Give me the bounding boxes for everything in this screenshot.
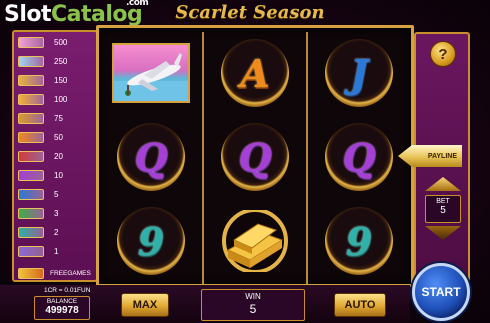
plane-symbol-icon (18, 36, 44, 48)
reel-cell: J (317, 34, 401, 112)
coins-symbol-icon (18, 112, 44, 124)
eight-symbol-icon (18, 245, 44, 257)
q-symbol: Q (117, 123, 185, 191)
reel-cell (109, 34, 193, 112)
gold-bars-symbol-icon (220, 208, 290, 274)
win-value: 5 (249, 302, 257, 316)
paytable-row: 5 (18, 187, 58, 201)
paytable-value: 10 (54, 170, 63, 180)
yacht-symbol-icon (18, 55, 44, 67)
paytable-value: 2 (54, 227, 59, 237)
reel-divider (306, 32, 308, 284)
reel-cell: Q (317, 118, 401, 196)
reel-cell (213, 202, 297, 280)
paytable-value: 500 (54, 37, 68, 47)
q-symbol-icon (18, 169, 44, 181)
paytable-row: 2 (18, 225, 58, 239)
paytable-value: 3 (54, 208, 59, 218)
paytable-value: 5 (54, 189, 59, 199)
paytable-value: 250 (54, 56, 68, 66)
payline-label: PAYLINE (427, 152, 457, 160)
reel-cell: Q (213, 118, 297, 196)
bet-value: 5 (440, 205, 446, 216)
j-symbol-icon (18, 188, 44, 200)
paytable-row: 50 (18, 130, 63, 144)
paytable-value: 50 (54, 132, 63, 142)
ten-symbol-icon (18, 207, 44, 219)
credit-info: 1CR = 0.01FUN (44, 287, 91, 294)
paytable-value: 1 (54, 246, 59, 256)
a-symbol: A (221, 39, 289, 107)
max-bet-button[interactable]: MAX (121, 293, 169, 317)
paytable-value: 150 (54, 75, 68, 85)
paytable-row: 75 (18, 111, 63, 125)
a-symbol-icon (18, 131, 44, 143)
gold-bars-symbol-icon (18, 93, 44, 105)
paytable-row: 100 (18, 92, 67, 106)
start-button[interactable]: START (412, 263, 470, 321)
k-symbol-icon (18, 150, 44, 162)
paytable-value: 100 (54, 94, 68, 104)
bet-label: BET (436, 198, 450, 205)
plane-symbol-icon (112, 43, 190, 103)
bet-display: BET 5 (425, 195, 461, 223)
game-title: Scarlet Season (175, 2, 325, 23)
paytable-row: 150 (18, 73, 67, 87)
paytable-row: 3 (18, 206, 58, 220)
freegames-row: FREEGAMES (18, 266, 94, 280)
win-label: WIN (245, 292, 261, 301)
paytable-value: 20 (54, 151, 63, 161)
reel-divider (202, 32, 204, 284)
win-display: WIN 5 (201, 289, 305, 321)
reel-cell: 9 (109, 202, 193, 280)
reel-area: Q9AQJQ9 (96, 25, 414, 287)
paytable-row: 1 (18, 244, 58, 258)
nine-symbol: 9 (117, 207, 185, 275)
balance-display: BALANCE 499978 (34, 296, 90, 320)
watermark-slot-text: Slot (4, 2, 52, 27)
nine-symbol: 9 (325, 207, 393, 275)
autoplay-button[interactable]: AUTO (334, 293, 386, 317)
paytable-panel: FREEGAMES 500 250 150 100 75 50 20 10 5 3 2 1 (12, 30, 98, 282)
q-symbol: Q (325, 123, 393, 191)
reel-cell: Q (109, 118, 193, 196)
q-symbol: Q (221, 123, 289, 191)
paytable-row: 10 (18, 168, 63, 182)
reel-cell: A (213, 34, 297, 112)
help-button[interactable]: ? (430, 41, 456, 67)
paytable-value: 75 (54, 113, 63, 123)
paytable-row: 20 (18, 149, 63, 163)
paytable-row: 250 (18, 54, 67, 68)
balance-value: 499978 (45, 305, 79, 316)
car-symbol-icon (18, 74, 44, 86)
freegames-label: FREEGAMES (50, 269, 91, 277)
balance-label: BALANCE (46, 298, 78, 305)
watermark-com-text: .com (126, 0, 149, 8)
reel-cell: 9 (317, 202, 401, 280)
nine-symbol-icon (18, 226, 44, 238)
paytable-row: 500 (18, 35, 67, 49)
j-symbol: J (325, 39, 393, 107)
scatter-symbol-icon (18, 267, 44, 279)
